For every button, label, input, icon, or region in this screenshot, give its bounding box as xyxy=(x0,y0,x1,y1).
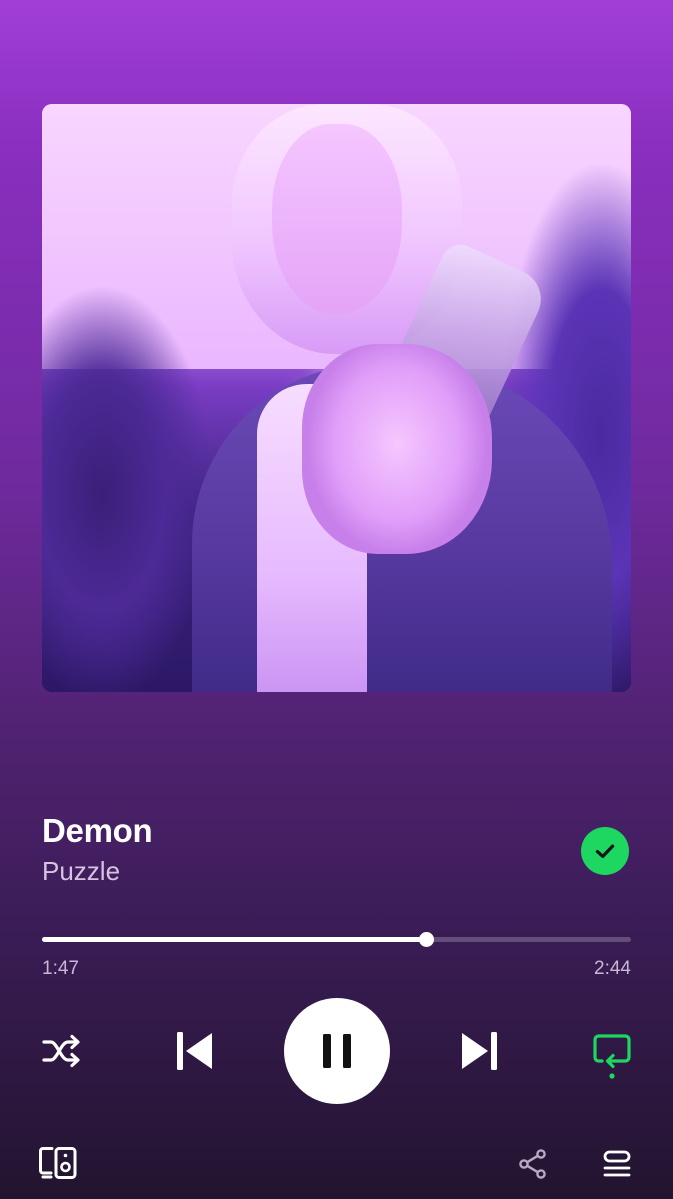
shuffle-button[interactable] xyxy=(38,1030,86,1072)
album-art-hand xyxy=(302,344,492,554)
connect-device-button[interactable] xyxy=(36,1143,80,1183)
skip-next-icon xyxy=(462,1032,497,1070)
time-total: 2:44 xyxy=(594,958,631,979)
liked-button[interactable] xyxy=(581,827,629,875)
progress-fill xyxy=(42,937,427,942)
pause-icon xyxy=(323,1034,351,1068)
share-button[interactable] xyxy=(514,1145,552,1183)
track-artist[interactable]: Puzzle xyxy=(42,856,120,887)
queue-button[interactable] xyxy=(598,1145,636,1183)
repeat-button[interactable] xyxy=(588,1030,636,1082)
progress-thumb[interactable] xyxy=(419,932,435,947)
share-icon xyxy=(519,1149,546,1179)
next-button[interactable] xyxy=(454,1024,504,1078)
checkmark-icon xyxy=(595,844,615,859)
progress-bar[interactable] xyxy=(42,932,631,947)
previous-button[interactable] xyxy=(170,1024,220,1078)
shuffle-icon xyxy=(42,1034,80,1068)
connect-device-icon xyxy=(39,1147,77,1179)
album-art-face xyxy=(272,124,402,314)
time-elapsed: 1:47 xyxy=(42,958,79,979)
skip-previous-icon xyxy=(177,1032,212,1070)
track-title[interactable]: Demon xyxy=(42,812,153,850)
queue-icon xyxy=(603,1150,631,1177)
now-playing-screen: Demon Puzzle 1:47 2:44 xyxy=(0,0,673,1199)
repeat-icon xyxy=(593,1034,631,1079)
album-art xyxy=(42,104,631,692)
play-pause-button[interactable] xyxy=(284,998,390,1104)
